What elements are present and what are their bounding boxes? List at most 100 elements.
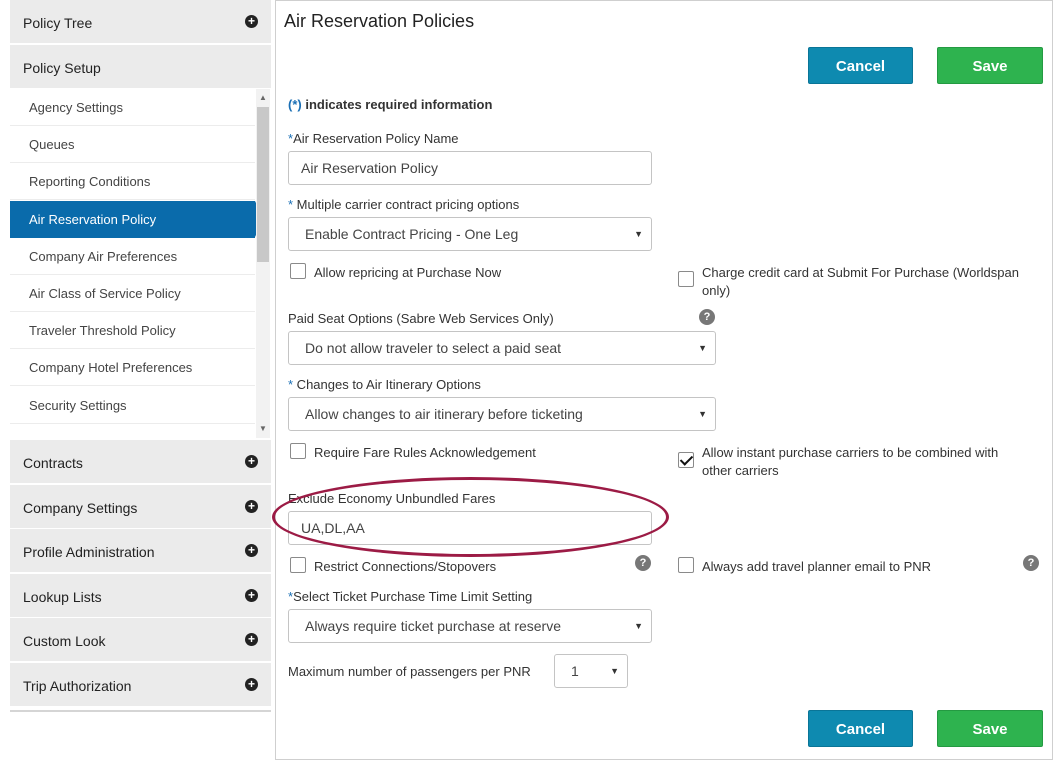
- required-info-note: (*) indicates required information: [288, 97, 492, 112]
- sidebar-item-label: Company Hotel Preferences: [29, 360, 193, 375]
- charge-credit-card-checkbox[interactable]: [678, 271, 694, 287]
- sidebar-item-security-settings[interactable]: Security Settings: [10, 387, 255, 424]
- sidebar-section-label: Contracts: [23, 455, 83, 471]
- sidebar-section-label: Trip Authorization: [23, 678, 132, 694]
- sidebar-item-reporting-conditions[interactable]: Reporting Conditions: [10, 163, 255, 200]
- sidebar-item-label: Security Settings: [29, 398, 127, 413]
- help-icon[interactable]: ?: [1023, 555, 1039, 571]
- instant-purchase-label-line2: other carriers: [702, 463, 779, 478]
- help-icon[interactable]: ?: [635, 555, 651, 571]
- sidebar-section-label: Profile Administration: [23, 544, 155, 560]
- sidebar-item-label: Traveler Threshold Policy: [29, 323, 176, 338]
- sidebar-item-company-hotel-preferences[interactable]: Company Hotel Preferences: [10, 349, 255, 386]
- save-button-top[interactable]: Save: [937, 47, 1043, 84]
- restrict-connections-label: Restrict Connections/Stopovers: [314, 559, 497, 574]
- plus-circle-icon[interactable]: +: [245, 455, 258, 468]
- sidebar-item-air-class-of-service-policy[interactable]: Air Class of Service Policy: [10, 275, 255, 312]
- selected-value: Enable Contract Pricing - One Leg: [305, 226, 519, 242]
- charge-credit-card-label-line2: only): [702, 283, 731, 298]
- sidebar-item-company-air-preferences[interactable]: Company Air Preferences: [10, 238, 255, 275]
- label-text: Air Reservation Policy Name: [293, 131, 459, 146]
- selected-value: Do not allow traveler to select a paid s…: [305, 340, 562, 356]
- allow-repricing-checkbox[interactable]: [290, 263, 306, 279]
- air-reservation-policies-panel: Air Reservation Policies Cancel Save (*)…: [272, 0, 1053, 760]
- plus-circle-icon[interactable]: +: [245, 15, 258, 28]
- plus-circle-icon[interactable]: +: [245, 633, 258, 646]
- cancel-button-bottom[interactable]: Cancel: [808, 710, 913, 747]
- charge-credit-card-label-line1: Charge credit card at Submit For Purchas…: [702, 265, 1019, 280]
- ticket-time-limit-select[interactable]: Always require ticket purchase at reserv…: [288, 609, 652, 643]
- paid-seat-label: Paid Seat Options (Sabre Web Services On…: [288, 311, 554, 326]
- ticket-time-limit-label: *Select Ticket Purchase Time Limit Setti…: [288, 589, 532, 604]
- sidebar-divider: [10, 710, 271, 712]
- sidebar-item-label: Agency Settings: [29, 100, 123, 115]
- pricing-options-select[interactable]: Enable Contract Pricing - One Leg ▼: [288, 217, 652, 251]
- sidebar-item-label: Queues: [29, 137, 75, 152]
- sidebar-section-company-settings[interactable]: Company Settings +: [10, 485, 271, 529]
- selected-value: Always require ticket purchase at reserv…: [305, 618, 561, 634]
- chevron-down-icon: ▼: [698, 343, 707, 353]
- pricing-options-label: * Multiple carrier contract pricing opti…: [288, 197, 519, 212]
- sidebar-scrollbar-thumb[interactable]: [257, 107, 269, 262]
- sidebar-section-label: Policy Setup: [23, 60, 101, 76]
- sidebar-section-label: Company Settings: [23, 500, 138, 516]
- chevron-down-icon: ▼: [634, 621, 643, 631]
- chevron-down-icon: ▼: [634, 229, 643, 239]
- required-star: (*): [288, 97, 302, 112]
- sidebar-section-label: Custom Look: [23, 633, 106, 649]
- sidebar-item-queues[interactable]: Queues: [10, 126, 255, 163]
- fare-rules-checkbox[interactable]: [290, 443, 306, 459]
- itinerary-changes-select[interactable]: Allow changes to air itinerary before ti…: [288, 397, 716, 431]
- sidebar-section-custom-look[interactable]: Custom Look +: [10, 618, 271, 662]
- label-text: Select Ticket Purchase Time Limit Settin…: [293, 589, 533, 604]
- paid-seat-select[interactable]: Do not allow traveler to select a paid s…: [288, 331, 716, 365]
- help-icon[interactable]: ?: [699, 309, 715, 325]
- instant-purchase-label-line1: Allow instant purchase carriers to be co…: [702, 445, 999, 460]
- label-text: Changes to Air Itinerary Options: [293, 377, 481, 392]
- plus-circle-icon[interactable]: +: [245, 500, 258, 513]
- sidebar-section-trip-authorization[interactable]: Trip Authorization +: [10, 663, 271, 707]
- travel-planner-email-checkbox[interactable]: [678, 557, 694, 573]
- page-title: Air Reservation Policies: [284, 11, 475, 31]
- sidebar-item-label: Air Class of Service Policy: [29, 286, 181, 301]
- selected-value: 1: [571, 663, 579, 679]
- sidebar-section-lookup-lists[interactable]: Lookup Lists +: [10, 574, 271, 618]
- sidebar-item-label: Reporting Conditions: [29, 174, 151, 189]
- required-note-text: indicates required information: [301, 97, 493, 112]
- plus-circle-icon[interactable]: +: [245, 589, 258, 602]
- chevron-down-icon: ▼: [610, 666, 619, 676]
- selected-value: Allow changes to air itinerary before ti…: [305, 406, 583, 422]
- sidebar-section-profile-administration[interactable]: Profile Administration +: [10, 529, 271, 573]
- cancel-button-top[interactable]: Cancel: [808, 47, 913, 84]
- sidebar-item-agency-settings[interactable]: Agency Settings: [10, 89, 255, 126]
- scroll-up-arrow-icon[interactable]: ▲: [256, 91, 270, 105]
- scroll-down-arrow-icon[interactable]: ▼: [256, 422, 270, 436]
- policy-setup-list: Agency Settings Queues Reporting Conditi…: [10, 89, 271, 438]
- sidebar-section-policy-tree[interactable]: Policy Tree +: [10, 0, 271, 44]
- sidebar-section-policy-setup[interactable]: Policy Setup: [10, 45, 271, 89]
- sidebar-section-label: Policy Tree: [23, 15, 93, 31]
- allow-repricing-label: Allow repricing at Purchase Now: [314, 265, 502, 280]
- max-passengers-select[interactable]: 1 ▼: [554, 654, 628, 688]
- policy-name-label: *Air Reservation Policy Name: [288, 131, 459, 146]
- sidebar-item-label: Air Reservation Policy: [29, 212, 157, 227]
- instant-purchase-checkbox[interactable]: [678, 452, 694, 468]
- policy-name-input[interactable]: Air Reservation Policy: [288, 151, 652, 185]
- plus-circle-icon[interactable]: +: [245, 678, 258, 691]
- save-button-bottom[interactable]: Save: [937, 710, 1043, 747]
- max-passengers-label: Maximum number of passengers per PNR: [288, 664, 531, 679]
- fare-rules-label: Require Fare Rules Acknowledgement: [314, 445, 536, 460]
- plus-circle-icon[interactable]: +: [245, 544, 258, 557]
- sidebar-section-label: Lookup Lists: [23, 589, 102, 605]
- itinerary-changes-label: * Changes to Air Itinerary Options: [288, 377, 481, 392]
- travel-planner-email-label: Always add travel planner email to PNR: [702, 559, 932, 574]
- restrict-connections-checkbox[interactable]: [290, 557, 306, 573]
- exclude-economy-label: Exclude Economy Unbundled Fares: [288, 491, 496, 506]
- sidebar-item-label: Company Air Preferences: [29, 249, 178, 264]
- sidebar-item-air-reservation-policy[interactable]: Air Reservation Policy: [10, 201, 264, 238]
- exclude-economy-input[interactable]: UA,DL,AA: [288, 511, 652, 545]
- chevron-down-icon: ▼: [698, 409, 707, 419]
- sidebar-item-traveler-threshold-policy[interactable]: Traveler Threshold Policy: [10, 312, 255, 349]
- label-text: Multiple carrier contract pricing option…: [293, 197, 520, 212]
- sidebar-section-contracts[interactable]: Contracts +: [10, 440, 271, 484]
